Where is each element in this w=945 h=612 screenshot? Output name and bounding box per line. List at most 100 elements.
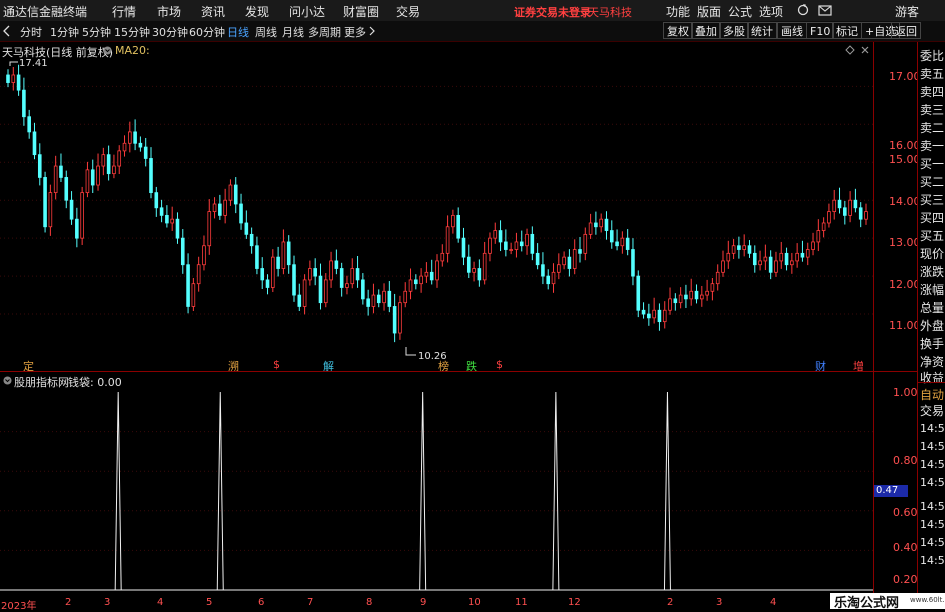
candle-body — [578, 249, 582, 254]
quote-label[interactable]: 买二 — [920, 173, 944, 190]
menu-zixun[interactable]: 资讯 — [201, 3, 225, 20]
period-fenshi[interactable]: 分时 — [20, 24, 42, 40]
candle-body — [228, 184, 233, 201]
trade-tab[interactable]: 交易 — [920, 402, 944, 419]
x-axis: 2023年 2 3 4 5 6 7 8 9 10 11 12 2 3 4 — [0, 597, 873, 612]
quote-label[interactable]: 卖三 — [920, 101, 944, 118]
event-marker[interactable]: $ — [273, 358, 280, 371]
menu-xuanxiang[interactable]: 选项 — [759, 3, 783, 20]
candle-body — [482, 252, 487, 281]
candle-body — [297, 294, 302, 307]
candle-body — [758, 260, 762, 266]
candle-body — [657, 309, 662, 323]
user-label[interactable]: 游客 — [895, 3, 919, 20]
indicator-ytick: 1.00 — [893, 386, 918, 399]
quote-label: 涨幅 — [920, 283, 945, 297]
menu-wenxiaoda[interactable]: 问小达 — [289, 3, 325, 20]
quote-label[interactable]: 卖五 — [920, 65, 944, 82]
x-axis-label: 4 — [157, 597, 164, 608]
period-weekly[interactable]: 周线 — [255, 24, 277, 40]
candle-body — [705, 290, 709, 296]
period-more[interactable]: 更多 — [344, 24, 366, 40]
menu-gongshi[interactable]: 公式 — [728, 3, 752, 20]
duogu-button[interactable]: 多股 — [719, 22, 749, 39]
period-60min[interactable]: 60分钟 — [189, 24, 225, 40]
candle-body — [768, 256, 773, 273]
huaxian-button[interactable]: 画线 — [777, 22, 807, 39]
quote-label: 涨跌 — [920, 265, 945, 279]
quote-label[interactable]: 买五 — [920, 227, 944, 244]
candle-body — [255, 245, 259, 269]
quote-label: 净资 — [920, 355, 945, 369]
candle-body — [774, 260, 778, 273]
candle-body — [636, 275, 641, 311]
x-axis-label: 6 — [258, 597, 265, 608]
candle-body — [795, 252, 799, 262]
candle-body — [90, 169, 95, 186]
quote-label[interactable]: 卖一 — [920, 137, 944, 154]
menu-gongneng[interactable]: 功能 — [666, 3, 690, 20]
menu-faxian[interactable]: 发现 — [245, 3, 269, 20]
quote-label[interactable]: 买三 — [920, 191, 944, 208]
indicator-dropdown-icon[interactable] — [3, 376, 12, 385]
more-chevron-icon — [369, 26, 375, 36]
quote-label[interactable]: 买一 — [920, 155, 944, 172]
indicator-title[interactable]: 股朋指标网 — [14, 374, 69, 390]
period-1min[interactable]: 1分钟 — [50, 24, 79, 40]
candle-body — [223, 199, 227, 216]
candle-body — [424, 271, 429, 277]
auto-trade-tab[interactable]: 自动 — [920, 386, 944, 403]
quote-label[interactable]: 卖四 — [920, 83, 944, 100]
biaoji-button[interactable]: 标记 — [832, 22, 862, 39]
candle-body — [398, 302, 402, 334]
menu-shichang[interactable]: 市场 — [157, 3, 181, 20]
mail-icon[interactable] — [818, 4, 832, 17]
candle-body — [742, 245, 746, 250]
candle-body — [355, 268, 360, 281]
candle-body — [11, 74, 16, 83]
period-15min[interactable]: 15分钟 — [114, 24, 150, 40]
candle-body — [85, 169, 90, 194]
candle-body — [546, 275, 551, 285]
indicator-ytick: 0.20 — [893, 573, 918, 586]
quote-label[interactable]: 卖二 — [920, 119, 944, 136]
x-axis-label: 9 — [420, 597, 427, 608]
x-axis-label: 4 — [770, 597, 777, 608]
event-marker[interactable]: $ — [496, 358, 503, 371]
period-5min[interactable]: 5分钟 — [82, 24, 111, 40]
menu-banmian[interactable]: 版面 — [697, 3, 721, 20]
f10-button[interactable]: F10 — [806, 22, 835, 39]
candle-body — [832, 199, 837, 212]
candle-body — [811, 241, 815, 250]
period-multi[interactable]: 多周期 — [308, 24, 341, 40]
menu-jiaoyi[interactable]: 交易 — [396, 3, 420, 20]
menu-hangqing[interactable]: 行情 — [112, 3, 136, 20]
indicator-current-value: 0.47 — [874, 485, 908, 497]
trade-login-notice[interactable]: 证券交易未登录 — [514, 4, 591, 20]
candle-body — [747, 245, 752, 254]
candle-body — [641, 309, 646, 315]
quote-label[interactable]: 买四 — [920, 209, 944, 226]
menu-bar: 通达信金融终端 行情 市场 资讯 发现 问小达 财富圈 交易 证券交易未登录 天… — [0, 0, 945, 22]
period-30min[interactable]: 30分钟 — [152, 24, 188, 40]
candle-body — [403, 290, 408, 304]
back-button[interactable]: 返回 — [891, 22, 921, 39]
candle-body — [668, 298, 672, 311]
tongji-button[interactable]: 统计 — [747, 22, 777, 39]
menu-caifuquan[interactable]: 财富圈 — [343, 3, 379, 20]
candle-body — [218, 203, 222, 216]
period-monthly[interactable]: 月线 — [282, 24, 304, 40]
period-daily[interactable]: 日线 — [227, 24, 249, 40]
candle-body — [165, 214, 169, 224]
candle-body — [652, 309, 656, 319]
indicator-spike — [216, 391, 224, 591]
candle-body — [149, 158, 153, 194]
candle-body — [451, 214, 455, 228]
refresh-icon[interactable] — [796, 4, 810, 17]
sidebar-toggle-icon[interactable] — [2, 25, 12, 37]
fuquan-button[interactable]: 复权 — [663, 22, 693, 39]
candle-body — [466, 256, 471, 273]
diejia-button[interactable]: 叠加 — [691, 22, 721, 39]
quote-label: 换手 — [920, 337, 945, 351]
candle-body — [244, 222, 249, 235]
